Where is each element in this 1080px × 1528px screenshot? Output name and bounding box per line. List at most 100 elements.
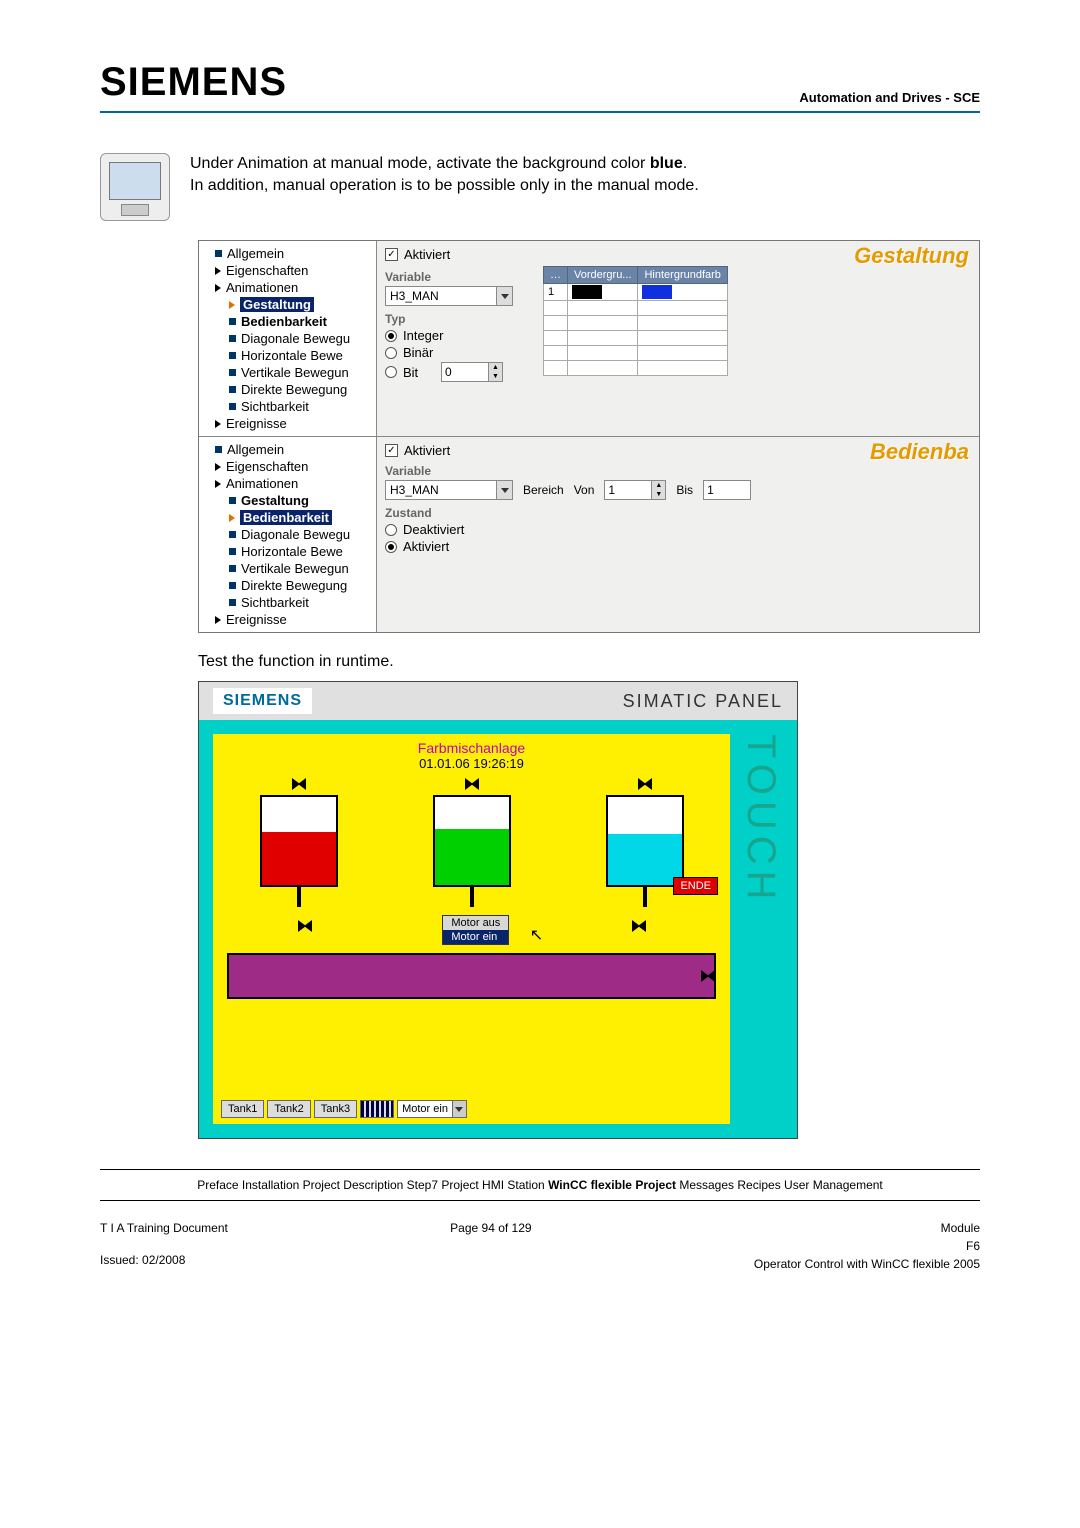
variable-input[interactable] xyxy=(386,287,496,305)
tree-item[interactable]: Sichtbarkeit xyxy=(199,594,376,611)
tree-item[interactable]: Vertikale Bewegun xyxy=(199,560,376,577)
properties-screenshot: Allgemein Eigenschaften Animationen Gest… xyxy=(198,240,980,633)
footer-subtitle: Operator Control with WinCC flexible 200… xyxy=(754,1255,980,1273)
variable-input[interactable] xyxy=(386,481,496,499)
footer-page: Page 94 of 129 xyxy=(450,1219,531,1237)
tree-item[interactable]: Animationen xyxy=(199,475,376,492)
intro-text: Under Animation at manual mode, activate… xyxy=(190,153,699,226)
motor-off-option[interactable]: Motor aus xyxy=(443,916,508,930)
tree-item[interactable]: Ereignisse xyxy=(199,415,376,432)
touch-label: TOUCH xyxy=(738,734,783,1124)
radio-integer[interactable] xyxy=(385,330,397,342)
bis-label: Bis xyxy=(676,483,693,497)
motor-combo[interactable]: Motor ein xyxy=(397,1100,467,1118)
ende-button[interactable]: ENDE xyxy=(673,877,718,895)
cursor-icon: ↖ xyxy=(530,925,543,945)
variable-combo[interactable] xyxy=(385,286,513,306)
zustand-label: Zustand xyxy=(385,506,971,520)
tree-item[interactable]: Allgemein xyxy=(199,245,376,262)
tree-item[interactable]: Direkte Bewegung xyxy=(199,381,376,398)
motor-combo-value: Motor ein xyxy=(398,1103,452,1115)
siemens-logo: SIEMENS xyxy=(100,60,287,105)
tank1-button[interactable]: Tank1 xyxy=(221,1100,264,1118)
checkbox-aktiviert[interactable]: ✓ xyxy=(385,248,398,261)
tree-item-gestaltung[interactable]: Gestaltung xyxy=(199,492,376,509)
bereich-label: Bereich xyxy=(523,483,564,497)
tree-item[interactable]: Allgemein xyxy=(199,441,376,458)
tree-item[interactable]: Sichtbarkeit xyxy=(199,398,376,415)
radio-aktiviert[interactable] xyxy=(385,541,397,553)
col-foreground[interactable]: Vordergru... xyxy=(568,267,638,284)
valve-icon[interactable] xyxy=(285,919,325,933)
bis-spinner[interactable] xyxy=(703,480,751,500)
tree-item[interactable]: Eigenschaften xyxy=(199,262,376,279)
tank xyxy=(260,795,338,887)
tree-item[interactable]: Diagonale Bewegu xyxy=(199,330,376,347)
footer-nav-bold: WinCC flexible Project xyxy=(548,1178,676,1192)
tanks-row xyxy=(221,777,722,907)
tank2-button[interactable]: Tank2 xyxy=(267,1100,310,1118)
color-table: … Vordergru... Hintergrundfarb 1 xyxy=(543,266,728,376)
col-ellipsis[interactable]: … xyxy=(544,267,568,284)
tree-item[interactable]: Vertikale Bewegun xyxy=(199,364,376,381)
valve-icon[interactable] xyxy=(625,777,665,791)
hmi-panel-label: SIMATIC PANEL xyxy=(623,691,783,712)
tank3-button[interactable]: Tank3 xyxy=(314,1100,357,1118)
tree-item-bedienbarkeit[interactable]: Bedienbarkeit xyxy=(199,509,376,526)
tree-item[interactable]: Diagonale Bewegu xyxy=(199,526,376,543)
tree-b: Allgemein Eigenschaften Animationen Gest… xyxy=(199,437,377,632)
bit-spinner[interactable]: ▲▼ xyxy=(441,362,503,382)
bit-input[interactable] xyxy=(442,363,488,381)
bg-swatch[interactable] xyxy=(642,285,672,299)
checkbox-aktiviert[interactable]: ✓ xyxy=(385,444,398,457)
tree-item[interactable]: Horizontale Bewe xyxy=(199,543,376,560)
tank xyxy=(606,795,684,887)
tank-3 xyxy=(606,777,684,907)
motor-popup[interactable]: Motor aus Motor ein xyxy=(442,915,509,945)
radio-deaktiviert[interactable] xyxy=(385,524,397,536)
intro-line2: In addition, manual operation is to be p… xyxy=(190,175,699,197)
bis-input[interactable] xyxy=(704,481,750,499)
table-row[interactable]: 1 xyxy=(544,284,728,301)
valve-icon[interactable] xyxy=(619,919,659,933)
col-background[interactable]: Hintergrundfarb xyxy=(638,267,727,284)
von-input[interactable] xyxy=(605,481,651,499)
tree-item[interactable]: Horizontale Bewe xyxy=(199,347,376,364)
valve-icon[interactable] xyxy=(452,777,492,791)
chevron-down-icon[interactable] xyxy=(496,481,512,499)
valve-icon[interactable] xyxy=(279,777,319,791)
variable-label: Variable xyxy=(385,464,971,478)
tank xyxy=(433,795,511,887)
bottom-button-row: Tank1 Tank2 Tank3 Motor ein xyxy=(221,1100,467,1118)
intro-line1-bold: blue xyxy=(650,155,683,172)
fg-swatch[interactable] xyxy=(572,285,602,299)
tank-2 xyxy=(433,777,511,907)
hmi-title: Farbmischanlage xyxy=(221,740,722,756)
footer-separator xyxy=(100,1169,980,1170)
chevron-down-icon[interactable] xyxy=(496,287,512,305)
chevron-down-icon[interactable] xyxy=(452,1101,466,1117)
von-spinner[interactable]: ▲▼ xyxy=(604,480,666,500)
tree-item[interactable]: Ereignisse xyxy=(199,611,376,628)
monitor-icon xyxy=(100,153,170,226)
radio-label: Integer xyxy=(403,328,443,343)
tank-1 xyxy=(260,777,338,907)
tree-item[interactable]: Direkte Bewegung xyxy=(199,577,376,594)
tree-item[interactable]: Eigenschaften xyxy=(199,458,376,475)
valve-icon[interactable] xyxy=(688,969,728,983)
radio-binaer[interactable] xyxy=(385,347,397,359)
motor-on-option[interactable]: Motor ein xyxy=(443,930,508,944)
variable-combo[interactable] xyxy=(385,480,513,500)
hmi-body: Farbmischanlage 01.01.06 19:26:19 xyxy=(199,720,797,1138)
tree-item-bedienbarkeit[interactable]: Bedienbarkeit xyxy=(199,313,376,330)
tree-item[interactable]: Animationen xyxy=(199,279,376,296)
page-header: SIEMENS Automation and Drives - SCE xyxy=(100,60,980,113)
radio-bit[interactable] xyxy=(385,366,397,378)
prop-panel-b: Bedienba ✓Aktiviert Variable Bereich Von… xyxy=(377,437,979,632)
hmi-brand: SIEMENS xyxy=(213,688,312,714)
variable-label: Variable xyxy=(385,270,513,284)
footer-module: Module xyxy=(754,1219,980,1237)
tree-item-gestaltung[interactable]: Gestaltung xyxy=(199,296,376,313)
bargraph-icon xyxy=(360,1100,394,1118)
radio-label: Aktiviert xyxy=(403,539,449,554)
